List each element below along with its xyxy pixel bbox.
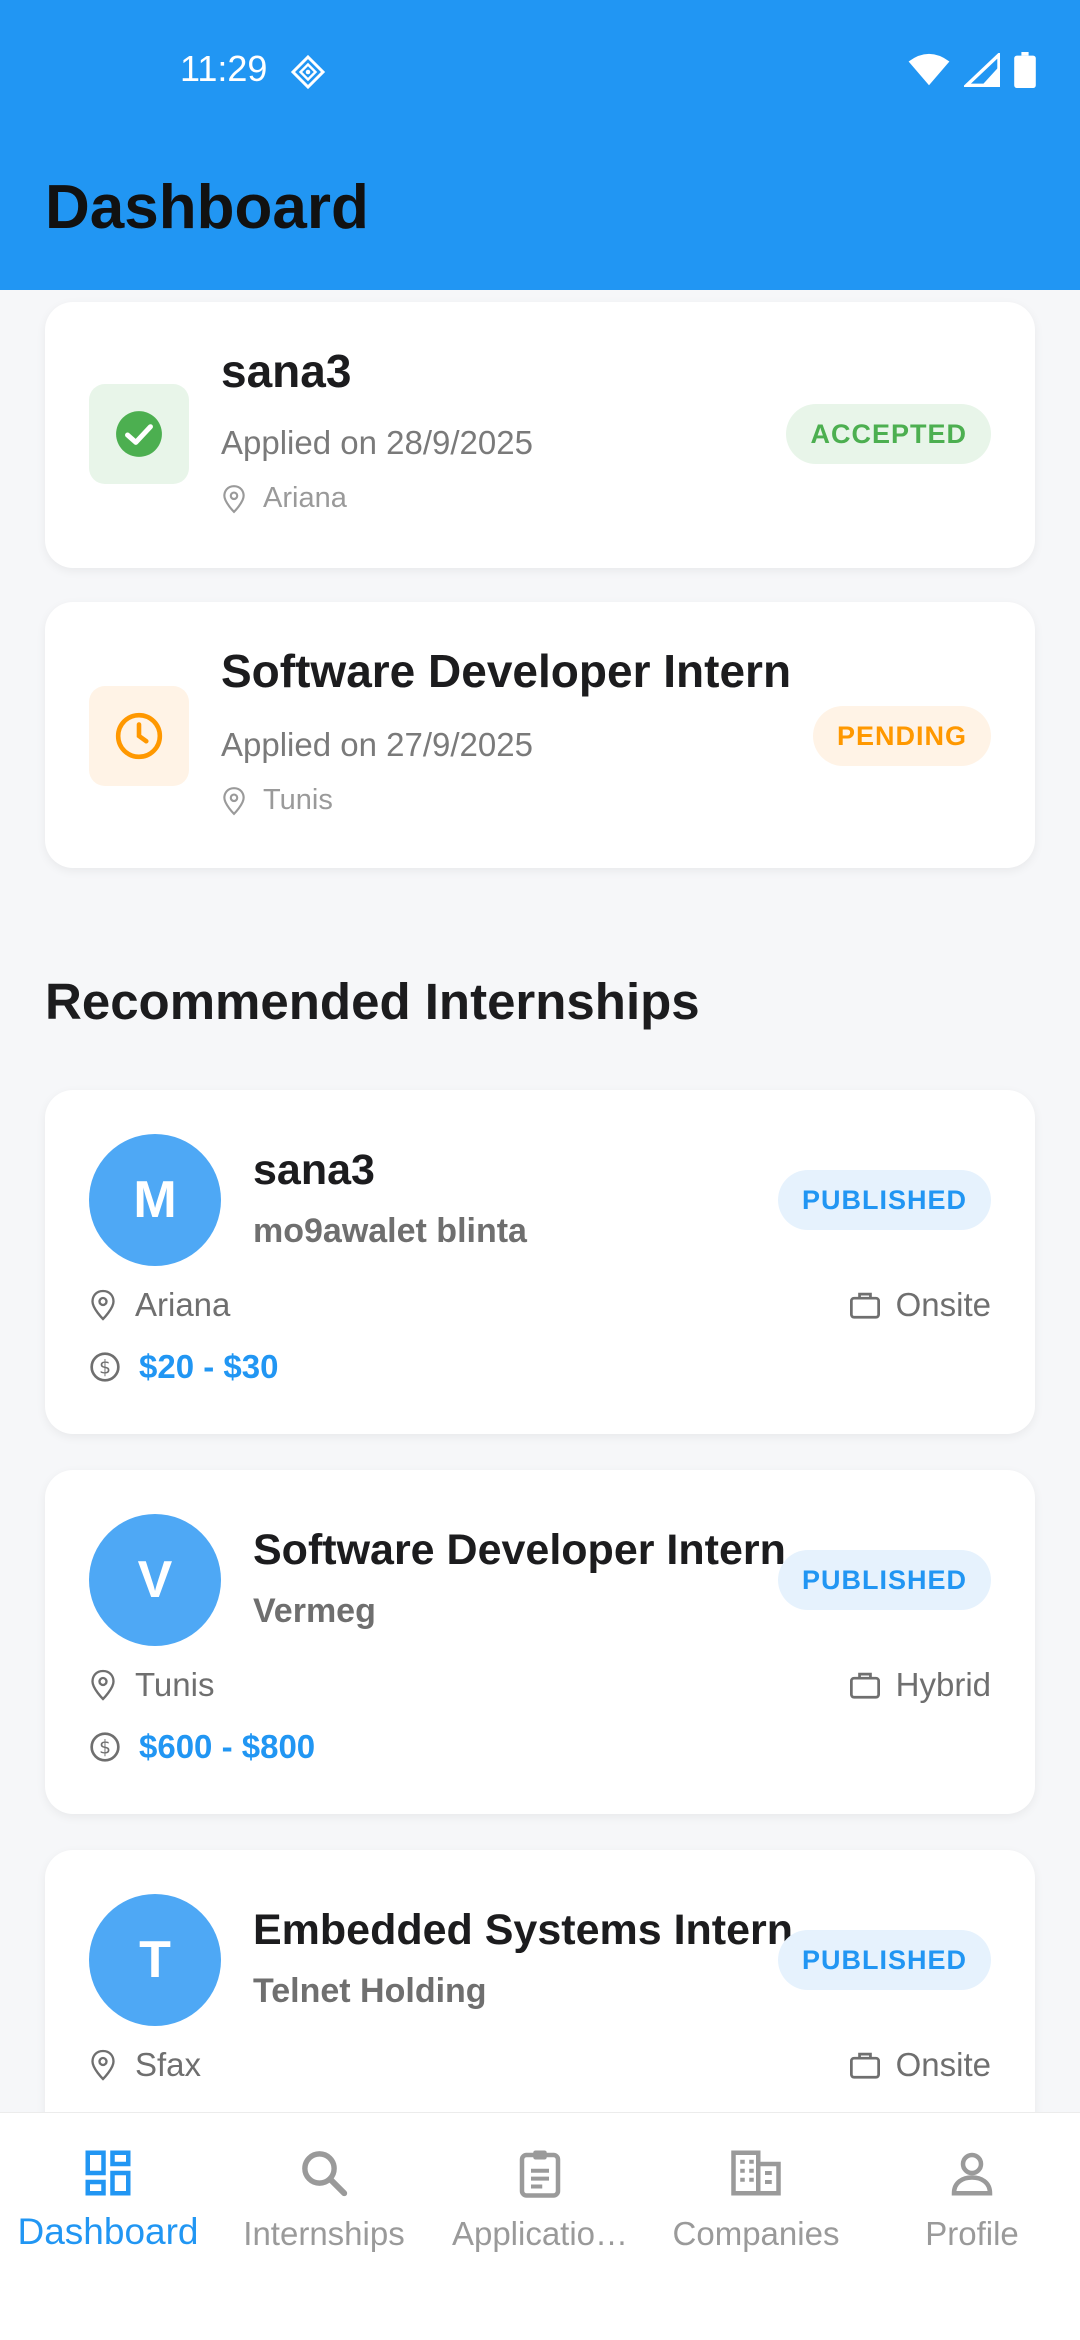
svg-text:$: $ bbox=[99, 1738, 111, 1759]
dollar-icon: $ bbox=[90, 1732, 120, 1762]
nav-item-profile[interactable]: Profile bbox=[864, 2143, 1080, 2253]
svg-text:$: $ bbox=[99, 1358, 111, 1379]
application-title: Software Developer Intern bbox=[221, 645, 792, 697]
page-title: Dashboard bbox=[45, 173, 369, 242]
app-bar: 11:29 Dashboard bbox=[0, 0, 1080, 290]
work-type-text: Onsite bbox=[895, 2046, 991, 2083]
salary-text: $20 - $30 bbox=[139, 1348, 279, 1385]
internship-location: Sfax bbox=[89, 2046, 201, 2084]
notification-icon bbox=[290, 54, 326, 90]
internship-card[interactable]: T Embedded Systems Intern Telnet Holding… bbox=[45, 1850, 1035, 2112]
work-type-text: Onsite bbox=[895, 1286, 991, 1323]
person-icon bbox=[864, 2143, 1080, 2203]
location-pin-icon bbox=[91, 1289, 115, 1321]
salary-text: $600 - $800 bbox=[139, 1728, 316, 1765]
dollar-icon: $ bbox=[90, 1352, 120, 1382]
status-icons bbox=[908, 52, 1036, 88]
nav-label-companies: Companies bbox=[672, 2215, 840, 2252]
internship-location: Tunis bbox=[89, 1666, 214, 1704]
work-type-text: Hybrid bbox=[895, 1666, 991, 1703]
work-type: Onsite bbox=[848, 2046, 991, 2084]
status-badge: PUBLISHED bbox=[777, 1170, 991, 1230]
internship-salary: $ $20 - $30 bbox=[89, 1348, 278, 1386]
cellular-signal-icon bbox=[964, 53, 1000, 87]
clipboard-icon bbox=[432, 2143, 648, 2203]
application-location: Ariana bbox=[221, 482, 347, 515]
briefcase-icon bbox=[849, 2052, 880, 2079]
status-time: 11:29 bbox=[180, 48, 268, 89]
nav-item-internships[interactable]: Internships bbox=[216, 2143, 432, 2253]
section-title-recommended: Recommended Internships bbox=[45, 973, 700, 1030]
status-badge: PUBLISHED bbox=[777, 1930, 991, 1990]
bottom-navigation: Dashboard Internships Applicatio… Compan… bbox=[0, 2112, 1080, 2340]
location-pin-icon bbox=[91, 2049, 115, 2081]
location-pin-icon bbox=[223, 786, 245, 815]
building-icon bbox=[648, 2143, 864, 2203]
nav-label-dashboard: Dashboard bbox=[17, 2211, 199, 2252]
status-badge: PENDING bbox=[812, 706, 991, 766]
nav-label-internships: Internships bbox=[243, 2215, 405, 2252]
status-badge: ACCEPTED bbox=[786, 404, 991, 464]
application-date: Applied on 27/9/2025 bbox=[221, 726, 533, 763]
nav-label-applications: Applicatio… bbox=[451, 2215, 629, 2252]
nav-item-companies[interactable]: Companies bbox=[648, 2143, 864, 2253]
internship-title: Embedded Systems Intern bbox=[253, 1906, 794, 1954]
location-pin-icon bbox=[91, 1669, 115, 1701]
location-text: Ariana bbox=[135, 1286, 231, 1323]
internship-card[interactable]: M sana3 mo9awalet blinta PUBLISHED Arian… bbox=[45, 1090, 1035, 1434]
location-text: Sfax bbox=[135, 2046, 202, 2083]
battery-icon bbox=[1014, 52, 1036, 88]
company-avatar: M bbox=[89, 1134, 221, 1266]
internship-location: Ariana bbox=[89, 1286, 230, 1324]
application-location-text: Tunis bbox=[263, 784, 333, 816]
work-type: Onsite bbox=[848, 1286, 991, 1324]
application-location: Tunis bbox=[221, 784, 333, 817]
company-avatar: T bbox=[89, 1894, 221, 2026]
company-name: mo9awalet blinta bbox=[253, 1212, 527, 1250]
internship-title: Software Developer Intern bbox=[253, 1526, 786, 1574]
internship-card[interactable]: V Software Developer Intern Vermeg PUBLI… bbox=[45, 1470, 1035, 1814]
dashboard-icon bbox=[0, 2143, 216, 2203]
search-icon bbox=[216, 2143, 432, 2203]
internship-salary: $ $600 - $800 bbox=[89, 1728, 315, 1766]
company-name: Telnet Holding bbox=[253, 1972, 487, 2010]
check-circle-icon bbox=[89, 384, 189, 484]
application-card[interactable]: Software Developer Intern Applied on 27/… bbox=[45, 602, 1035, 868]
application-location-text: Ariana bbox=[263, 482, 347, 514]
nav-label-profile: Profile bbox=[925, 2215, 1019, 2252]
clock-icon bbox=[89, 686, 189, 786]
company-avatar: V bbox=[89, 1514, 221, 1646]
status-badge: PUBLISHED bbox=[777, 1550, 991, 1610]
company-name: Vermeg bbox=[253, 1592, 376, 1630]
work-type: Hybrid bbox=[848, 1666, 991, 1704]
application-card[interactable]: sana3 Applied on 28/9/2025 Ariana ACCEPT… bbox=[45, 302, 1035, 568]
location-pin-icon bbox=[223, 484, 245, 513]
application-date: Applied on 28/9/2025 bbox=[221, 424, 533, 461]
application-title: sana3 bbox=[221, 345, 352, 397]
nav-item-dashboard[interactable]: Dashboard bbox=[0, 2143, 216, 2253]
briefcase-icon bbox=[849, 1672, 880, 1699]
location-text: Tunis bbox=[135, 1666, 215, 1703]
nav-item-applications[interactable]: Applicatio… bbox=[432, 2143, 648, 2253]
internship-title: sana3 bbox=[253, 1146, 375, 1194]
wifi-icon bbox=[908, 53, 950, 86]
briefcase-icon bbox=[849, 1292, 880, 1319]
